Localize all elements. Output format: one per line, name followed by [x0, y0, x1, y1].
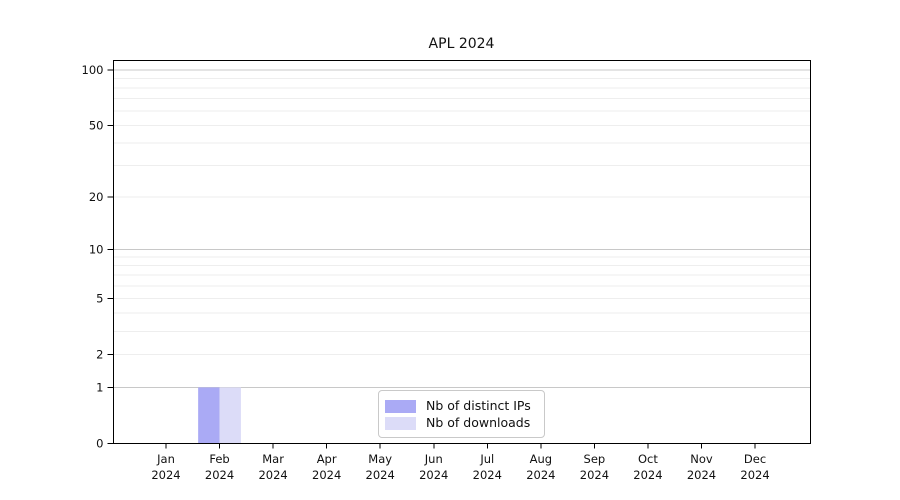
- x-tick-label-month: May: [368, 452, 392, 466]
- y-tick-label: 0: [96, 437, 103, 451]
- legend-label-distinct-ips: Nb of distinct IPs: [426, 398, 531, 414]
- x-tick-label-month: Sep: [584, 452, 606, 466]
- x-tick-label-year: 2024: [687, 468, 716, 482]
- x-tick-label-year: 2024: [205, 468, 234, 482]
- x-tick-label-year: 2024: [526, 468, 555, 482]
- x-tick-label-year: 2024: [312, 468, 341, 482]
- y-tick-label: 10: [89, 242, 104, 256]
- x-tick-label-year: 2024: [258, 468, 287, 482]
- y-tick-label: 1: [96, 380, 103, 394]
- legend-swatch-downloads: [385, 417, 416, 430]
- legend-swatch-distinct-ips: [385, 400, 416, 413]
- x-tick-label-month: Feb: [209, 452, 229, 466]
- legend: Nb of distinct IPs Nb of downloads: [378, 390, 545, 438]
- x-tick-label-month: Oct: [638, 452, 658, 466]
- x-tick-label-month: Aug: [530, 452, 552, 466]
- y-tick-label: 20: [89, 190, 104, 204]
- y-tick-label: 2: [96, 348, 103, 362]
- x-tick-label-month: Apr: [317, 452, 337, 466]
- x-tick-label-year: 2024: [740, 468, 769, 482]
- x-tick-label-year: 2024: [419, 468, 448, 482]
- chart-figure: APL 2024 0125102050100Jan2024Feb2024Mar2…: [0, 0, 900, 500]
- legend-label-downloads: Nb of downloads: [426, 415, 530, 431]
- bar-feb-0: [198, 387, 219, 443]
- y-tick-label: 50: [89, 118, 104, 132]
- x-tick-label-month: Jul: [479, 452, 494, 466]
- plot-border: [114, 61, 811, 444]
- bar-feb-1: [220, 387, 241, 443]
- x-tick-label-year: 2024: [580, 468, 609, 482]
- legend-item-distinct-ips: Nb of distinct IPs: [385, 398, 538, 414]
- y-tick-label: 5: [96, 291, 103, 305]
- y-tick-label: 100: [82, 63, 104, 77]
- x-tick-label-month: Mar: [262, 452, 284, 466]
- x-tick-label-year: 2024: [366, 468, 395, 482]
- x-tick-label-month: Jan: [156, 452, 175, 466]
- legend-item-downloads: Nb of downloads: [385, 415, 538, 431]
- x-tick-label-year: 2024: [633, 468, 662, 482]
- x-tick-label-year: 2024: [473, 468, 502, 482]
- x-tick-label-month: Jun: [424, 452, 443, 466]
- x-tick-label-month: Dec: [744, 452, 766, 466]
- x-tick-label-year: 2024: [151, 468, 180, 482]
- x-tick-label-month: Nov: [690, 452, 713, 466]
